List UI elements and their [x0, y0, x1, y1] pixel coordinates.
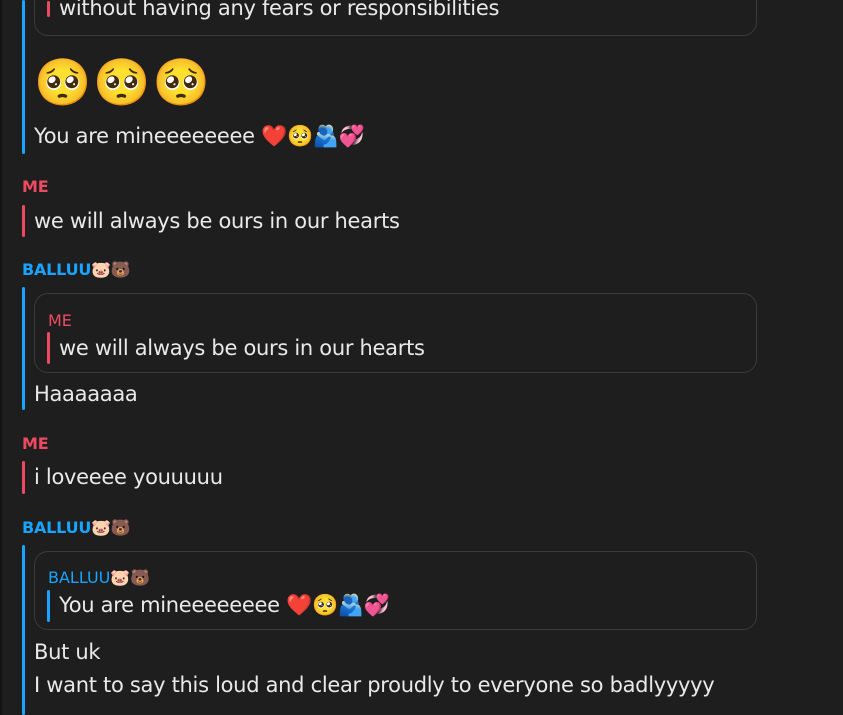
quoted-message-text: without having any fears or responsibili…	[59, 0, 500, 20]
quoted-message-text: we will always be ours in our hearts	[59, 336, 425, 360]
quote-accent-bar	[47, 1, 50, 17]
message-text: we will always be ours in our hearts	[34, 209, 400, 233]
message-text-line-1: But uk	[34, 640, 101, 664]
left-edge-divider	[0, 0, 2, 715]
message-text: i loveeee youuuuu	[34, 465, 223, 489]
quoted-message-box[interactable]: ME we will always be ours in our hearts	[34, 293, 757, 373]
quote-accent-bar	[47, 332, 50, 364]
sender-name[interactable]: BALLUU🐷🐻	[22, 260, 131, 279]
message-accent-bar	[22, 205, 25, 237]
message-accent-bar	[22, 287, 25, 410]
quoted-sender-name: BALLUU🐷🐻	[48, 568, 151, 587]
message-text-line-2: I want to say this loud and clear proudl…	[34, 673, 715, 697]
message-text: Haaaaaaa	[34, 382, 138, 406]
message-text: You are mineeeeeeee ❤️🥺🫂💞	[34, 124, 365, 148]
quoted-message-box[interactable]: BALLUU🐷🐻 You are mineeeeeeee ❤️🥺🫂💞	[34, 551, 757, 630]
message-accent-bar	[22, 461, 25, 494]
quoted-message-box[interactable]: without having any fears or responsibili…	[34, 0, 757, 36]
message-accent-bar	[22, 545, 25, 715]
sender-name[interactable]: ME	[22, 434, 49, 453]
emoji-message: 🥺🥺🥺	[34, 55, 212, 109]
quoted-sender-name: ME	[48, 311, 72, 330]
quoted-message-text: You are mineeeeeeee ❤️🥺🫂💞	[59, 593, 390, 617]
message-accent-bar	[22, 0, 25, 154]
sender-name[interactable]: BALLUU🐷🐻	[22, 518, 131, 537]
sender-name[interactable]: ME	[22, 177, 49, 196]
quote-accent-bar	[47, 590, 50, 622]
